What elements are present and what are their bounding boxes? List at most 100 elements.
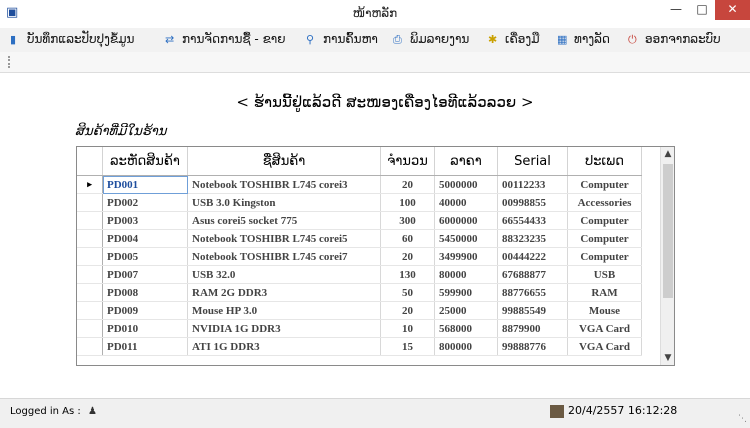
table-row[interactable]: PD011 ATI 1G DDR3 15 800000 99888776 VGA Card <box>77 337 642 356</box>
menu-record-update[interactable]: ▮ ບັນທຶກແລະປັບປຸງຂໍ້ມູນ <box>10 32 134 46</box>
row-header[interactable]: ▸ <box>77 175 103 194</box>
cell-name[interactable]: ATI 1G DDR3 <box>187 337 381 356</box>
table-row[interactable]: PD008 RAM 2G DDR3 50 599900 88776655 RAM <box>77 283 642 302</box>
menu-logout[interactable]: ⏻ ອອກຈາກລະບົບ <box>628 32 721 47</box>
cell-quantity[interactable]: 20 <box>380 175 435 194</box>
cell-quantity[interactable]: 10 <box>380 319 435 338</box>
cell-name[interactable]: Notebook TOSHIBR L745 corei3 <box>187 175 381 194</box>
table-row[interactable]: PD007 USB 32.0 130 80000 67688877 USB <box>77 265 642 284</box>
cell-type[interactable]: RAM <box>567 283 642 302</box>
cell-type[interactable]: VGA Card <box>567 337 642 356</box>
cell-code[interactable]: PD007 <box>102 265 188 284</box>
cell-name[interactable]: Asus corei5 socket 775 <box>187 211 381 230</box>
column-header-code[interactable]: ລະຫັດສິນຄ້າ <box>102 147 188 176</box>
resize-grip-icon[interactable]: ⋱ <box>738 414 747 424</box>
cell-serial[interactable]: 88323235 <box>497 229 568 248</box>
cell-price[interactable]: 6000000 <box>434 211 498 230</box>
cell-serial[interactable]: 66554433 <box>497 211 568 230</box>
cell-name[interactable]: USB 3.0 Kingston <box>187 193 381 212</box>
scroll-up-arrow-icon[interactable]: ▲ <box>661 149 674 159</box>
column-header-quantity[interactable]: ຈຳນວນ <box>380 147 435 176</box>
cell-price[interactable]: 800000 <box>434 337 498 356</box>
cell-name[interactable]: Notebook TOSHIBR L745 corei7 <box>187 247 381 266</box>
cell-type[interactable]: Computer <box>567 211 642 230</box>
cell-type[interactable]: USB <box>567 265 642 284</box>
cell-code[interactable]: PD002 <box>102 193 188 212</box>
column-header-type[interactable]: ປະເພດ <box>567 147 642 176</box>
cell-serial[interactable]: 00112233 <box>497 175 568 194</box>
column-header-name[interactable]: ຊື່ສິນຄ້າ <box>187 147 381 176</box>
table-row[interactable]: PD005 Notebook TOSHIBR L745 corei7 20 34999… <box>77 247 642 266</box>
row-header[interactable] <box>77 301 103 320</box>
products-grid[interactable]: ລະຫັດສິນຄ້າ ຊື່ສິນຄ້າ ຈຳນວນ ລາຄາ Serial … <box>76 146 675 366</box>
cell-price[interactable]: 5000000 <box>434 175 498 194</box>
cell-serial[interactable]: 8879900 <box>497 319 568 338</box>
cell-price[interactable]: 3499900 <box>434 247 498 266</box>
cell-price[interactable]: 80000 <box>434 265 498 284</box>
cell-code[interactable]: PD010 <box>102 319 188 338</box>
table-row[interactable]: PD009 Mouse HP 3.0 20 25000 99885549 Mouse <box>77 301 642 320</box>
row-header[interactable] <box>77 211 103 230</box>
cell-price[interactable]: 5450000 <box>434 229 498 248</box>
scroll-down-arrow-icon[interactable]: ▼ <box>661 353 674 363</box>
cell-name[interactable]: RAM 2G DDR3 <box>187 283 381 302</box>
row-header[interactable] <box>77 193 103 212</box>
menu-print-report[interactable]: ⎙ ພິມລາຍງານ <box>393 32 469 47</box>
cell-quantity[interactable]: 20 <box>380 247 435 266</box>
cell-serial[interactable]: 67688877 <box>497 265 568 284</box>
cell-type[interactable]: Computer <box>567 247 642 266</box>
cell-quantity[interactable]: 300 <box>380 211 435 230</box>
cell-code[interactable]: PD004 <box>102 229 188 248</box>
table-row[interactable]: PD004 Notebook TOSHIBR L745 corei5 60 54500… <box>77 229 642 248</box>
cell-price[interactable]: 40000 <box>434 193 498 212</box>
cell-type[interactable]: Computer <box>567 175 642 194</box>
cell-name[interactable]: USB 32.0 <box>187 265 381 284</box>
table-row[interactable]: PD002 USB 3.0 Kingston 100 40000 00998855 Acc… <box>77 193 642 212</box>
cell-serial[interactable]: 99888776 <box>497 337 568 356</box>
row-header[interactable] <box>77 265 103 284</box>
cell-code[interactable]: PD011 <box>102 337 188 356</box>
cell-code[interactable]: PD005 <box>102 247 188 266</box>
column-header-serial[interactable]: Serial <box>497 147 568 176</box>
menu-tools[interactable]: ✱ ເຄື່ອງມື <box>488 32 540 46</box>
cell-type[interactable]: Computer <box>567 229 642 248</box>
row-header[interactable] <box>77 229 103 248</box>
cell-quantity[interactable]: 60 <box>380 229 435 248</box>
cell-price[interactable]: 25000 <box>434 301 498 320</box>
cell-code[interactable]: PD008 <box>102 283 188 302</box>
minimize-button[interactable]: — <box>663 0 689 20</box>
cell-name[interactable]: Notebook TOSHIBR L745 corei5 <box>187 229 381 248</box>
row-header[interactable] <box>77 283 103 302</box>
table-row[interactable]: PD010 NVIDIA 1G DDR3 10 568000 8879900 VGA Ca… <box>77 319 642 338</box>
column-header-price[interactable]: ລາຄາ <box>434 147 498 176</box>
maximize-button[interactable]: □ <box>689 0 715 20</box>
row-header[interactable] <box>77 319 103 338</box>
cell-quantity[interactable]: 15 <box>380 337 435 356</box>
cell-price[interactable]: 568000 <box>434 319 498 338</box>
cell-code[interactable]: PD001 <box>102 175 188 194</box>
table-row[interactable]: ▸ PD001 Notebook TOSHIBR L745 corei3 20 5000… <box>77 175 642 194</box>
cell-serial[interactable]: 99885549 <box>497 301 568 320</box>
cell-serial[interactable]: 00998855 <box>497 193 568 212</box>
cell-quantity[interactable]: 100 <box>380 193 435 212</box>
row-header[interactable] <box>77 337 103 356</box>
close-button[interactable]: ✕ <box>715 0 750 20</box>
cell-type[interactable]: Mouse <box>567 301 642 320</box>
cell-name[interactable]: Mouse HP 3.0 <box>187 301 381 320</box>
cell-code[interactable]: PD003 <box>102 211 188 230</box>
menu-shortcut[interactable]: ▦ ທາງລັດ <box>557 32 610 46</box>
cell-type[interactable]: VGA Card <box>567 319 642 338</box>
cell-serial[interactable]: 00444222 <box>497 247 568 266</box>
menu-search[interactable]: ⚲ ການຄົ້ນຫາ <box>306 32 378 46</box>
vertical-scrollbar[interactable]: ▲ ▼ <box>660 147 674 365</box>
row-header[interactable] <box>77 247 103 266</box>
cell-quantity[interactable]: 130 <box>380 265 435 284</box>
cell-code[interactable]: PD009 <box>102 301 188 320</box>
table-row[interactable]: PD003 Asus corei5 socket 775 300 6000000 665… <box>77 211 642 230</box>
menu-buy-sell[interactable]: ⇄ ການຈັດການຊື້ - ຂາຍ <box>165 32 286 46</box>
toolstrip-grip[interactable] <box>8 56 12 68</box>
cell-quantity[interactable]: 50 <box>380 283 435 302</box>
cell-serial[interactable]: 88776655 <box>497 283 568 302</box>
cell-name[interactable]: NVIDIA 1G DDR3 <box>187 319 381 338</box>
cell-type[interactable]: Accessories <box>567 193 642 212</box>
